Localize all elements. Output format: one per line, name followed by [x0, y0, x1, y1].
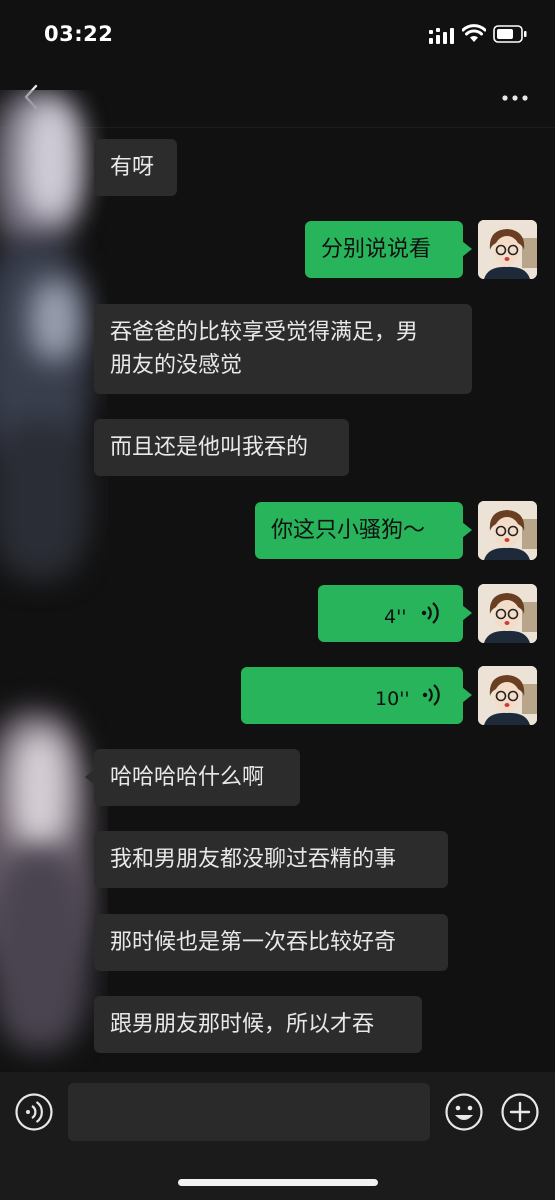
ellipsis-icon[interactable] — [500, 88, 530, 108]
avatar[interactable] — [478, 501, 537, 560]
message-text-line: 吞爸爸的比较享受觉得满足，男 — [110, 320, 419, 345]
message-bubble-incoming[interactable]: 跟男朋友那时候，所以才吞 — [94, 996, 422, 1053]
message-bubble-incoming[interactable]: 哈哈哈哈什么啊 — [85, 749, 300, 806]
status-time: 03:22 — [44, 22, 114, 46]
signal-icon — [429, 28, 454, 44]
message-input[interactable] — [68, 1083, 430, 1141]
message-bubble-outgoing[interactable]: 分别说说看 — [305, 221, 472, 278]
message-text: 那时候也是第一次吞比较好奇 — [110, 930, 397, 955]
message-bubble-incoming[interactable]: 有呀 — [94, 139, 177, 196]
message-text: 而且还是他叫我吞的 — [110, 435, 309, 460]
voice-message-bubble[interactable]: 4'' — [318, 585, 472, 642]
status-bar: 03:22 — [0, 0, 555, 70]
avatar[interactable] — [478, 666, 537, 725]
voice-duration: 10'' — [375, 688, 410, 710]
chat-screen: 03:22 有呀 分别说说看 吞爸爸的比较享受觉得满足，男 朋友的没感觉 而且还… — [0, 0, 555, 1200]
message-bubble-incoming[interactable]: 吞爸爸的比较享受觉得满足，男 朋友的没感觉 — [94, 304, 472, 394]
message-text-line: 朋友的没感觉 — [110, 353, 243, 378]
blurred-contact-area — [0, 90, 108, 1080]
message-text: 你这只小骚狗～ — [271, 518, 426, 543]
message-text: 我和男朋友都没聊过吞精的事 — [110, 847, 397, 872]
battery-icon — [493, 25, 527, 43]
avatar[interactable] — [478, 220, 537, 279]
plus-circle-icon[interactable] — [500, 1092, 540, 1132]
voice-message-bubble[interactable]: 10'' — [241, 667, 472, 724]
smiley-icon[interactable] — [444, 1092, 484, 1132]
message-bubble-incoming[interactable]: 那时候也是第一次吞比较好奇 — [94, 914, 448, 971]
message-text: 分别说说看 — [321, 237, 432, 262]
message-bubble-outgoing[interactable]: 你这只小骚狗～ — [255, 502, 472, 559]
message-bubble-incoming[interactable]: 而且还是他叫我吞的 — [94, 419, 349, 476]
wifi-icon — [462, 24, 486, 42]
home-indicator[interactable] — [178, 1179, 378, 1186]
voice-icon[interactable] — [14, 1092, 54, 1132]
voice-wave-icon — [421, 602, 439, 624]
voice-duration: 4'' — [384, 606, 407, 628]
voice-wave-icon — [422, 684, 440, 706]
message-text: 跟男朋友那时候，所以才吞 — [110, 1012, 375, 1037]
message-text: 哈哈哈哈什么啊 — [110, 765, 265, 790]
message-bubble-incoming[interactable]: 我和男朋友都没聊过吞精的事 — [94, 831, 448, 888]
avatar[interactable] — [478, 584, 537, 643]
message-text: 有呀 — [110, 155, 155, 180]
